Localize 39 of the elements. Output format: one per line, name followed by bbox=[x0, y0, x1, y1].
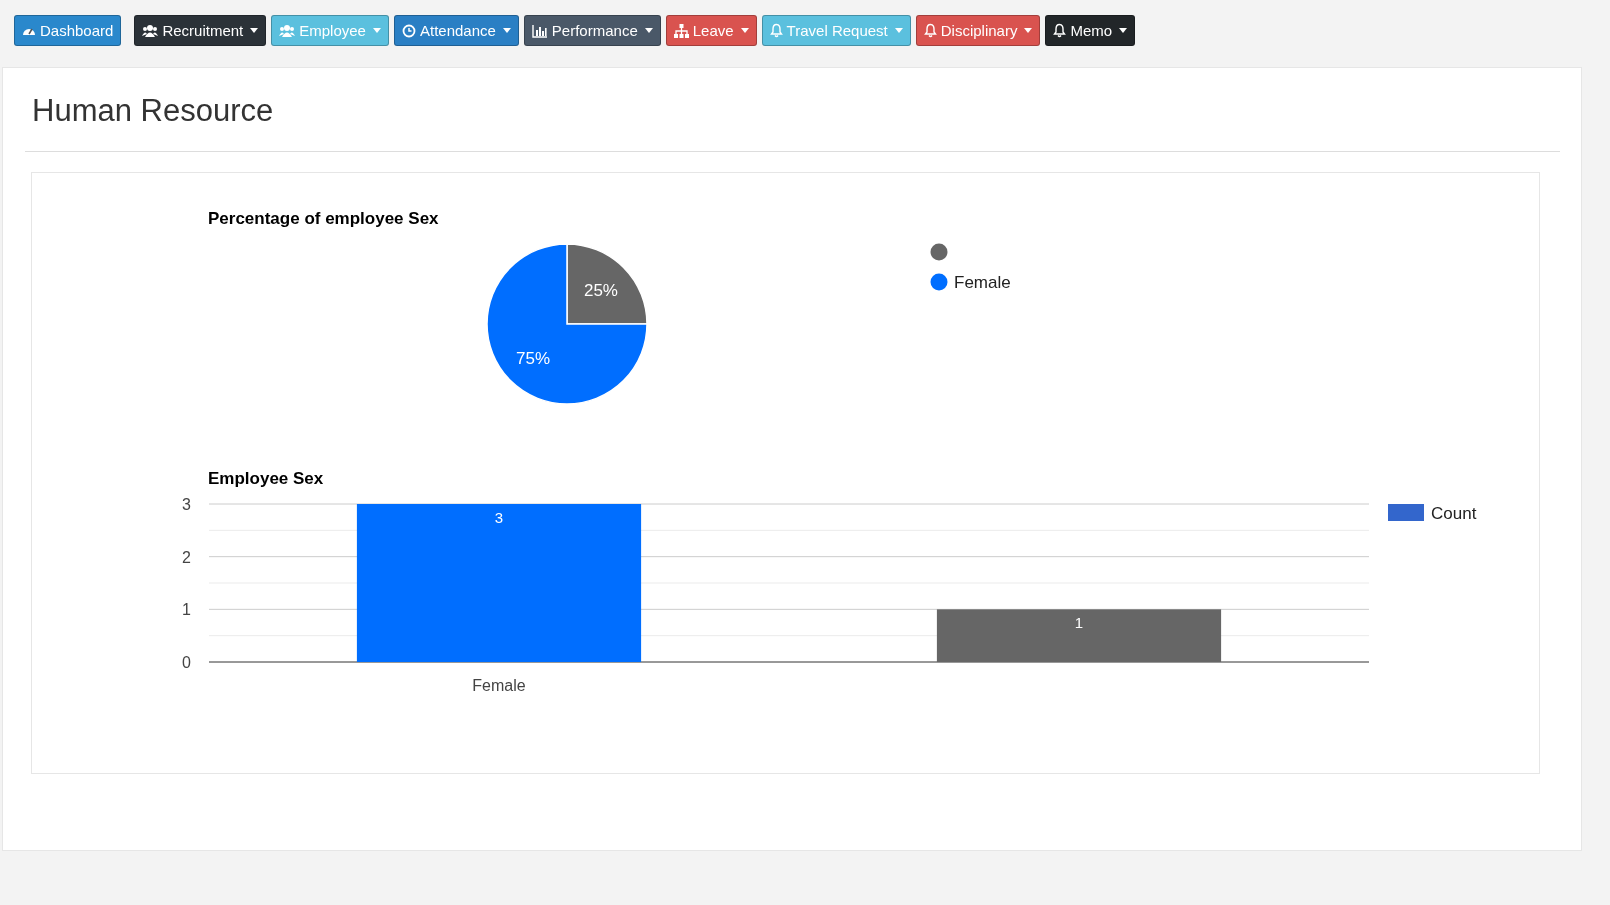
bar-value-label: 1 bbox=[1074, 614, 1084, 632]
bar-value-label: 3 bbox=[494, 509, 504, 526]
caret-icon bbox=[1119, 28, 1128, 33]
caret-icon bbox=[894, 28, 903, 33]
legend-label: Count bbox=[1431, 504, 1477, 523]
axis-tick-label: 3 bbox=[182, 496, 191, 513]
caret-icon bbox=[250, 28, 259, 33]
users-icon bbox=[142, 23, 159, 38]
caret-icon bbox=[502, 28, 511, 33]
slice-label: 75% bbox=[516, 348, 551, 368]
legend-label: Female bbox=[954, 273, 1011, 292]
bar-chart-icon bbox=[531, 23, 548, 38]
nav-button[interactable]: Disciplinary bbox=[915, 15, 1041, 46]
axis-tick-label: 2 bbox=[182, 548, 191, 566]
nav-button[interactable]: Travel Request bbox=[761, 15, 911, 46]
bell-icon bbox=[769, 23, 783, 38]
bell-icon bbox=[1053, 23, 1067, 38]
caret-icon bbox=[644, 28, 653, 33]
sitemap-icon bbox=[673, 23, 689, 38]
nav-button[interactable]: Employee bbox=[271, 15, 389, 46]
axis-tick-label: 1 bbox=[182, 601, 191, 619]
nav-button[interactable]: Memo bbox=[1045, 15, 1136, 46]
nav-button[interactable]: Recruitment bbox=[134, 15, 267, 46]
caret-icon bbox=[1024, 28, 1033, 33]
bell-icon bbox=[923, 23, 937, 38]
caret-icon bbox=[372, 28, 381, 33]
nav-button[interactable]: Dashboard bbox=[14, 15, 122, 46]
chart-title: Percentage of employee Sex bbox=[208, 209, 439, 228]
slice-label: 25% bbox=[583, 281, 618, 301]
caret-icon bbox=[740, 28, 749, 33]
axis-tick-label: 0 bbox=[182, 654, 191, 671]
nav-button[interactable]: Leave bbox=[665, 15, 757, 46]
nav-button[interactable]: Performance bbox=[523, 15, 661, 46]
clock-icon bbox=[401, 23, 416, 38]
nav-button[interactable]: Attendance bbox=[393, 15, 519, 46]
users-icon bbox=[279, 23, 296, 38]
category-label: Female bbox=[472, 677, 526, 694]
chart-title: Employee Sex bbox=[208, 469, 324, 488]
page-title: Human Resource bbox=[31, 92, 275, 130]
